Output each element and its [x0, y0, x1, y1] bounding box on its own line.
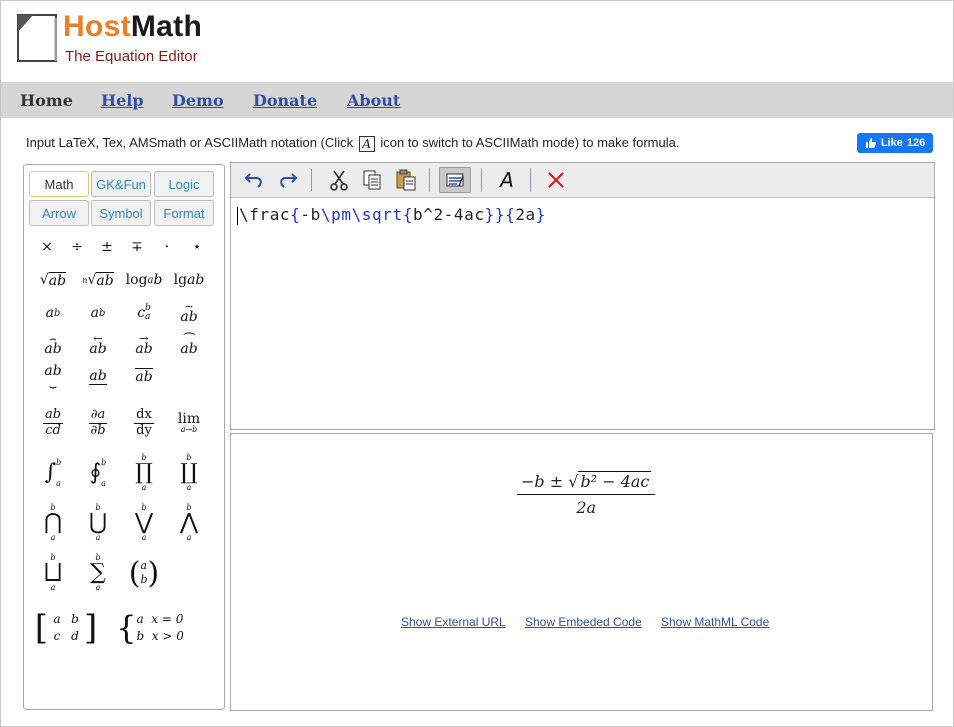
code-brace-close: }	[535, 205, 547, 224]
code-cmd-frac: \frac	[239, 205, 291, 224]
facebook-like-button[interactable]: Like 126	[857, 133, 933, 153]
thumbs-up-icon	[865, 138, 876, 148]
hat-template[interactable]: ⌢ ab	[31, 330, 75, 360]
show-mathml-code-link[interactable]: Show MathML Code	[661, 615, 769, 629]
asciimath-toggle-icon[interactable]: A	[358, 135, 375, 152]
cases-template[interactable]: { a x = 0b x > 0	[110, 608, 190, 648]
overbrace-template[interactable]: ⏜ ab	[167, 330, 211, 360]
code-text-radicand: b^2-4ac	[412, 205, 485, 224]
code-text-numerator: -b	[300, 205, 321, 224]
latex-editor: A \frac{-b\pm\sqrt{b^2-4ac}}{2a}	[230, 162, 935, 430]
sqrt-sign: √	[568, 472, 579, 491]
brand-title: HostMath	[63, 10, 202, 44]
underbrace-template[interactable]: ab ⏟	[31, 361, 75, 391]
star-symbol[interactable]: ⋆	[175, 232, 219, 262]
tab-symbol[interactable]: Symbol	[91, 200, 151, 226]
tab-logic[interactable]: Logic	[154, 171, 214, 197]
paste-icon[interactable]	[392, 167, 420, 193]
ascii-font-icon[interactable]: A	[493, 167, 521, 193]
formula-radicand: b² − 4ac	[578, 471, 652, 491]
instruction-prefix: Input LaTeX, Tex, AMSmath or ASCIIMath n…	[26, 135, 354, 150]
editor-toolbar: A	[231, 163, 934, 198]
summation-template[interactable]: b ∑ a	[76, 553, 120, 593]
fraction-template[interactable]: ab cd	[31, 405, 75, 441]
big-vee-template[interactable]: b ⋁ a	[122, 503, 166, 543]
cut-icon[interactable]	[325, 167, 353, 193]
tab-arrow[interactable]: Arrow	[29, 200, 89, 226]
redo-icon[interactable]	[274, 167, 302, 193]
brand-math: Math	[130, 10, 203, 43]
tab-format[interactable]: Format	[154, 200, 214, 226]
text-caret	[237, 206, 238, 225]
log-template[interactable]: log a b	[122, 265, 166, 295]
clear-icon[interactable]	[542, 167, 570, 193]
integral-template[interactable]: ∫ b a	[31, 453, 75, 493]
partial-derivative-template[interactable]: ∂a ∂b	[76, 405, 120, 441]
sqrt-template[interactable]: √ ab	[31, 265, 75, 295]
undo-icon[interactable]	[240, 167, 268, 193]
formula-numerator-lead: −b ±	[521, 472, 569, 491]
tilde-template[interactable]: ∼ ab	[167, 298, 211, 328]
sub-superscript-template[interactable]: cba	[122, 298, 166, 328]
overleftarrow-template[interactable]: ← ab	[76, 330, 120, 360]
formula-numerator: −b ± √ b² − 4ac	[517, 471, 656, 495]
symbol-palette: Math GK&Fun Logic Arrow Symbol Format × …	[23, 164, 225, 710]
main-nav: Home Help Demo Donate About	[1, 82, 953, 118]
big-cap-template[interactable]: b ⋂ a	[31, 503, 75, 543]
latex-input[interactable]: \frac{-b\pm\sqrt{b^2-4ac}}{2a}	[237, 205, 546, 225]
preview-icon[interactable]	[439, 167, 471, 193]
contour-integral-template[interactable]: ∮ b a	[76, 453, 120, 493]
limit-template[interactable]: lim a→b	[167, 405, 211, 441]
nav-demo[interactable]: Demo	[172, 91, 224, 110]
nav-help[interactable]: Help	[101, 91, 144, 110]
copy-icon[interactable]	[358, 167, 386, 193]
show-embed-code-link[interactable]: Show Embeded Code	[525, 615, 642, 629]
formula-preview: −b ± √ b² − 4ac 2a Show External URL Show…	[230, 433, 933, 711]
brand-host: Host	[63, 10, 131, 43]
tab-math[interactable]: Math	[29, 171, 89, 197]
like-label: Like	[880, 137, 903, 149]
hostmath-logo-icon	[17, 14, 57, 62]
big-cup-template[interactable]: b ⋃ a	[76, 503, 120, 543]
code-brace-open-2: {	[402, 205, 413, 224]
big-sqcup-template[interactable]: b ⨆ a	[31, 553, 75, 593]
code-brace-mid: }}{	[484, 205, 516, 224]
subscript-template[interactable]: ab	[76, 298, 120, 328]
rendered-formula: −b ± √ b² − 4ac 2a	[517, 471, 656, 517]
formula-denominator: 2a	[576, 498, 597, 517]
toolbar-divider	[530, 169, 531, 191]
nav-home[interactable]: Home	[20, 91, 73, 110]
superscript-template[interactable]: ab	[31, 298, 75, 328]
show-external-url-link[interactable]: Show External URL	[401, 615, 506, 629]
matrix-template[interactable]: [ abcd ]	[35, 608, 98, 648]
brand-tagline: The Equation Editor	[65, 48, 198, 65]
underline-template[interactable]: ab	[76, 361, 120, 391]
nav-about[interactable]: About	[347, 91, 400, 110]
binomial-template[interactable]: (a b)	[122, 553, 166, 593]
overrightarrow-template[interactable]: → ab	[122, 330, 166, 360]
code-text-denominator: 2a	[515, 205, 536, 224]
like-count: 126	[906, 137, 926, 149]
toolbar-divider	[429, 169, 430, 191]
code-cmd-pm-sqrt: \pm\sqrt	[320, 205, 403, 224]
toolbar-divider	[311, 169, 312, 191]
toolbar-divider	[481, 169, 482, 191]
instruction-text: Input LaTeX, Tex, AMSmath or ASCIIMath n…	[26, 135, 679, 152]
big-wedge-template[interactable]: b ⋀ a	[167, 503, 211, 543]
product-template[interactable]: b ∏ a	[122, 453, 166, 493]
code-brace-open: {	[290, 205, 301, 224]
nth-root-template[interactable]: n √ ab	[76, 265, 120, 295]
derivative-template[interactable]: dx dy	[122, 405, 166, 441]
coproduct-template[interactable]: b ∐ a	[167, 453, 211, 493]
instruction-suffix: icon to switch to ASCIIMath mode) to mak…	[380, 135, 680, 150]
nav-donate[interactable]: Donate	[253, 91, 317, 110]
overline-template[interactable]: ab	[122, 361, 166, 391]
tab-gkfun[interactable]: GK&Fun	[91, 171, 151, 197]
lg-template[interactable]: lg ab	[167, 265, 211, 295]
